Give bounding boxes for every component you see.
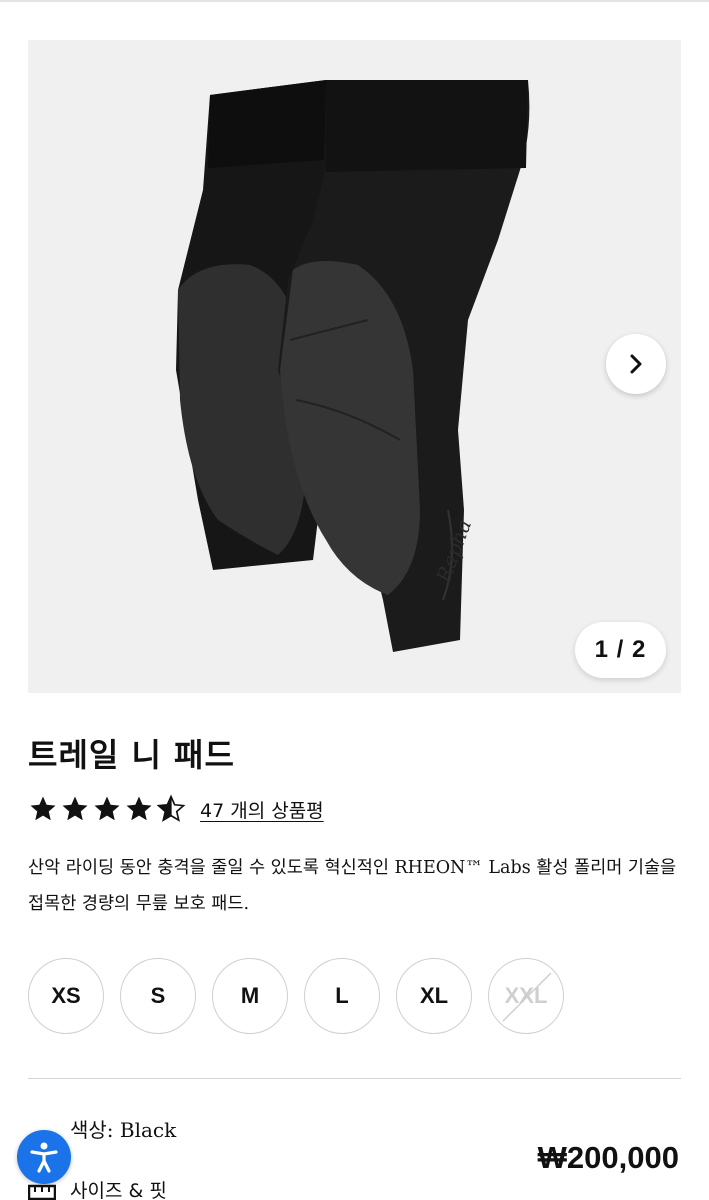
star-icon: [94, 796, 120, 821]
star-icon: [62, 796, 88, 821]
gallery-counter: 1 / 2: [575, 622, 666, 678]
chevron-right-icon: [630, 354, 642, 374]
product-page: Rapha 1 / 2 트레일 니 패드 47 개의 상품평 산악 라이딩 동안…: [0, 0, 709, 1200]
product-rating: 47 개의 상품평: [28, 790, 324, 828]
star-half-icon: [156, 794, 186, 822]
size-option-s[interactable]: S: [120, 958, 196, 1034]
product-title: 트레일 니 패드: [28, 736, 235, 774]
star-icon: [30, 796, 56, 821]
section-divider: [28, 1078, 681, 1079]
product-price: ₩200,000: [537, 1140, 679, 1175]
product-gallery[interactable]: Rapha 1 / 2: [28, 40, 681, 693]
size-option-m[interactable]: M: [212, 958, 288, 1034]
size-option-l[interactable]: L: [304, 958, 380, 1034]
size-option-xxl-unavailable: XXL: [488, 958, 564, 1034]
reviews-link[interactable]: 47 개의 상품평: [200, 796, 324, 823]
size-fit-label: 사이즈 & 핏: [70, 1180, 167, 1200]
size-selector: XS S M L XL XXL: [28, 958, 564, 1034]
rating-stars: [28, 794, 186, 824]
product-image: Rapha: [176, 80, 530, 652]
size-option-xs[interactable]: XS: [28, 958, 104, 1034]
unavailable-strike-icon: [502, 972, 552, 1022]
star-icon: [126, 796, 152, 821]
size-option-xl[interactable]: XL: [396, 958, 472, 1034]
header-divider: [0, 0, 709, 2]
gallery-next-button[interactable]: [606, 334, 666, 394]
product-description: 산악 라이딩 동안 충격을 줄일 수 있도록 혁신적인 RHEON™ Labs …: [28, 858, 677, 914]
color-label: 색상: Black: [70, 1118, 177, 1142]
accessibility-button[interactable]: [17, 1130, 71, 1184]
accessibility-icon: [30, 1142, 58, 1173]
